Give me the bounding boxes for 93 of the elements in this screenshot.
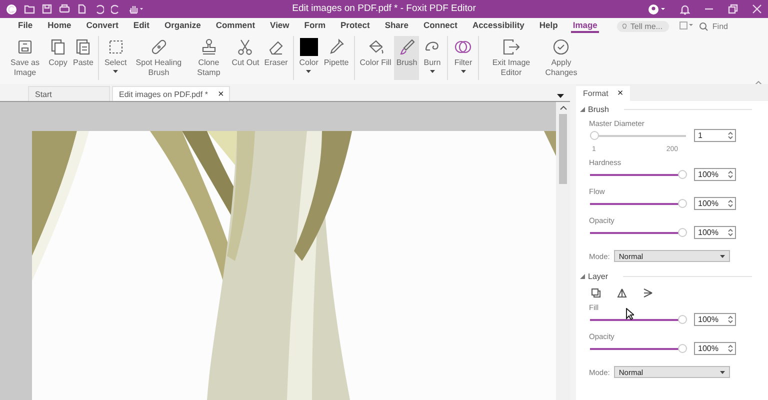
number-field[interactable]: 100% bbox=[694, 342, 736, 355]
undo-icon[interactable] bbox=[94, 4, 104, 14]
copy-icon bbox=[49, 38, 67, 56]
print-icon[interactable] bbox=[59, 4, 70, 14]
menu-tab[interactable]: Share bbox=[382, 19, 410, 33]
spin-arrows-icon[interactable] bbox=[728, 315, 733, 324]
flip-vertical-icon[interactable] bbox=[617, 288, 627, 298]
menu-tab[interactable]: View bbox=[268, 19, 292, 33]
spin-arrows-icon[interactable] bbox=[728, 131, 733, 140]
pipette-icon bbox=[327, 38, 346, 56]
menu-tab[interactable]: File bbox=[16, 19, 35, 33]
ribbon-button[interactable]: Filter bbox=[451, 36, 476, 80]
new-document-icon[interactable] bbox=[77, 4, 87, 14]
scissors-icon bbox=[236, 38, 254, 56]
ribbon-button[interactable]: Paste bbox=[71, 36, 96, 80]
save-icon bbox=[16, 38, 34, 56]
ribbon-button[interactable]: Burn bbox=[420, 36, 444, 80]
menu-tab[interactable]: Help bbox=[537, 19, 560, 33]
restore-icon[interactable] bbox=[728, 4, 738, 14]
slider-thumb[interactable] bbox=[678, 344, 687, 353]
menu-tab[interactable]: Comment bbox=[214, 19, 258, 33]
document-tab[interactable]: Start bbox=[28, 86, 110, 101]
ribbon-button[interactable]: Eraser bbox=[262, 36, 290, 80]
number-field[interactable]: 100% bbox=[694, 313, 736, 326]
ribbon-button[interactable]: Cut Out bbox=[230, 36, 262, 80]
lightbulb-icon bbox=[622, 22, 628, 30]
slider-thumb[interactable] bbox=[590, 131, 599, 140]
menu-tab[interactable]: Organize bbox=[162, 19, 203, 33]
ribbon-button[interactable]: Save as Image bbox=[5, 36, 45, 80]
close-icon[interactable] bbox=[752, 4, 762, 14]
ribbon-button[interactable]: Copy bbox=[46, 36, 70, 80]
redo-icon[interactable] bbox=[111, 4, 121, 14]
flip-horizontal-icon[interactable] bbox=[643, 288, 653, 298]
slider-thumb[interactable] bbox=[678, 199, 687, 208]
number-field[interactable]: 100% bbox=[694, 197, 736, 210]
menu-tab[interactable]: Connect bbox=[421, 19, 460, 33]
tell-me-field[interactable]: Tell me... bbox=[617, 20, 670, 32]
spin-arrows-icon[interactable] bbox=[728, 228, 733, 237]
menu-tab[interactable]: Accessibility bbox=[470, 19, 526, 33]
selection-icon bbox=[106, 38, 125, 56]
save-icon[interactable] bbox=[42, 4, 52, 14]
ribbon-button[interactable]: Spot Healing Brush bbox=[130, 36, 188, 80]
spin-arrows-icon[interactable] bbox=[728, 199, 733, 208]
panel-tab[interactable]: Format × bbox=[576, 86, 630, 101]
spin-arrows-icon[interactable] bbox=[728, 170, 733, 179]
number-field[interactable]: 100% bbox=[694, 168, 736, 181]
paint-bucket-icon bbox=[366, 38, 385, 56]
bandage-icon bbox=[150, 38, 168, 56]
slider-thumb[interactable] bbox=[678, 315, 687, 324]
duplicate-layer-icon[interactable] bbox=[591, 288, 601, 298]
stamp-icon bbox=[200, 38, 218, 56]
search-icon[interactable] bbox=[699, 22, 708, 30]
menu-tab[interactable]: Form bbox=[302, 19, 328, 33]
display-options-icon[interactable] bbox=[679, 20, 694, 30]
paste-icon bbox=[74, 38, 92, 56]
slider-thumb[interactable] bbox=[678, 170, 687, 179]
spin-arrows-icon[interactable] bbox=[728, 344, 733, 353]
section-header[interactable]: Layer bbox=[576, 268, 768, 281]
ribbon-button[interactable]: Color Fill bbox=[358, 36, 394, 80]
caret-icon bbox=[720, 254, 725, 258]
menu-tab[interactable]: Edit bbox=[131, 19, 152, 33]
ribbon-button[interactable]: Exit Image Editor bbox=[482, 36, 540, 80]
slider-thumb[interactable] bbox=[678, 228, 687, 237]
app-logo-icon[interactable] bbox=[6, 4, 17, 14]
hand-icon[interactable] bbox=[128, 4, 144, 14]
ribbon-button[interactable]: Pipette bbox=[322, 36, 351, 80]
ribbon-button[interactable]: Select bbox=[102, 36, 129, 80]
cursor-icon bbox=[626, 308, 634, 320]
number-field[interactable]: 100% bbox=[694, 226, 736, 239]
window-title: Edit images on PDF.pdf * - Foxit PDF Editor bbox=[292, 3, 476, 14]
ribbon-button[interactable]: Apply Changes bbox=[541, 36, 582, 80]
scrollbar-thumb[interactable] bbox=[559, 114, 567, 184]
ribbon-button[interactable]: Clone Stamp bbox=[188, 36, 229, 80]
brush-icon bbox=[398, 38, 416, 56]
exit-icon bbox=[502, 38, 520, 56]
color-swatch-icon bbox=[300, 38, 318, 56]
find-field[interactable]: Find bbox=[712, 22, 746, 30]
ribbon-button[interactable]: Color bbox=[296, 36, 321, 80]
account-icon[interactable] bbox=[648, 4, 666, 14]
document-tab[interactable]: Edit images on PDF.pdf * × bbox=[112, 86, 230, 101]
menu-tab[interactable]: Protect bbox=[338, 19, 372, 33]
section-header[interactable]: Brush bbox=[576, 101, 768, 114]
check-circle-icon bbox=[552, 38, 570, 56]
scroll-up-icon bbox=[560, 106, 566, 110]
ribbon-button[interactable]: Brush bbox=[394, 36, 420, 80]
folder-icon[interactable] bbox=[24, 4, 35, 14]
menu-tab[interactable]: Home bbox=[46, 19, 74, 33]
bell-icon[interactable] bbox=[680, 4, 690, 14]
number-field[interactable]: 1 bbox=[694, 129, 736, 142]
filter-icon bbox=[454, 38, 472, 56]
tab-list-icon[interactable] bbox=[557, 94, 564, 98]
caret-icon bbox=[720, 370, 725, 374]
menu-tab[interactable]: Convert bbox=[84, 19, 120, 33]
